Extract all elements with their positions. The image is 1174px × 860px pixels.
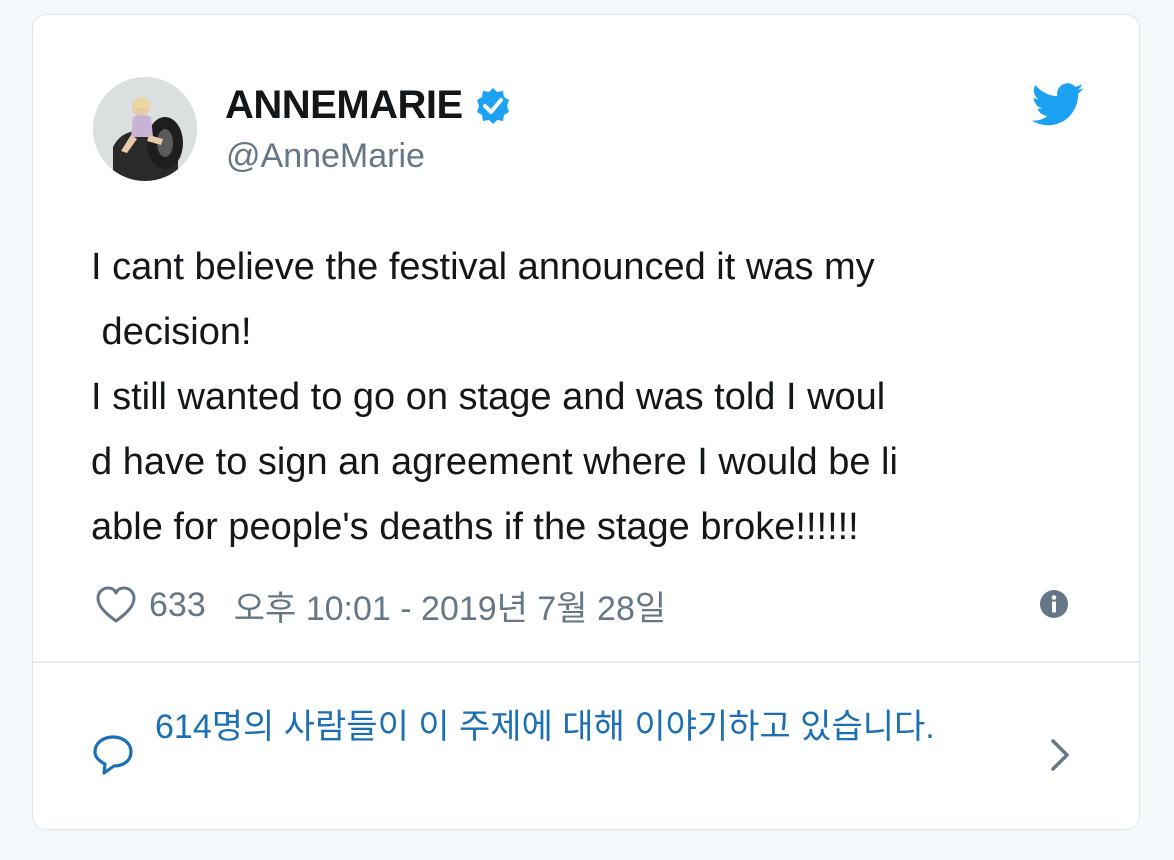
speech-bubble-icon: [91, 733, 135, 777]
tweet-text-line: I still wanted to go on stage and was to…: [91, 376, 886, 418]
tweet-text-line: decision!: [91, 311, 252, 353]
twitter-bird-icon[interactable]: [1031, 83, 1085, 127]
avatar-photo: [93, 77, 197, 181]
tweet-timestamp[interactable]: 오후 10:01 - 2019년 7월 28일: [234, 581, 666, 630]
tweet-meta-row: 633 오후 10:01 - 2019년 7월 28일: [95, 581, 666, 630]
like-count: 633: [149, 585, 206, 624]
display-name[interactable]: ANNEMARIE: [225, 83, 463, 128]
chevron-right-icon: [1043, 733, 1077, 777]
heart-icon[interactable]: [95, 585, 137, 625]
author-name-row: ANNEMARIE: [225, 83, 513, 128]
info-icon[interactable]: [1039, 589, 1069, 619]
tweet-text: I cant believe the festival announced it…: [91, 235, 1101, 560]
tweet-text-line: able for people's deaths if the stage br…: [91, 506, 859, 548]
conversation-link[interactable]: 614명의 사람들이 이 주제에 대해 이야기하고 있습니다.: [91, 697, 1131, 807]
tweet-text-line: I cant believe the festival announced it…: [91, 246, 875, 288]
conversation-text: 614명의 사람들이 이 주제에 대해 이야기하고 있습니다.: [155, 708, 935, 746]
avatar[interactable]: [93, 77, 197, 181]
tweet-text-line: d have to sign an agreement where I woul…: [91, 441, 898, 483]
divider: [33, 661, 1139, 663]
user-handle[interactable]: @AnneMarie: [226, 137, 425, 176]
verified-badge-icon: [473, 86, 513, 126]
tweet-card: ANNEMARIE @AnneMarie I cant believe the …: [32, 14, 1140, 830]
